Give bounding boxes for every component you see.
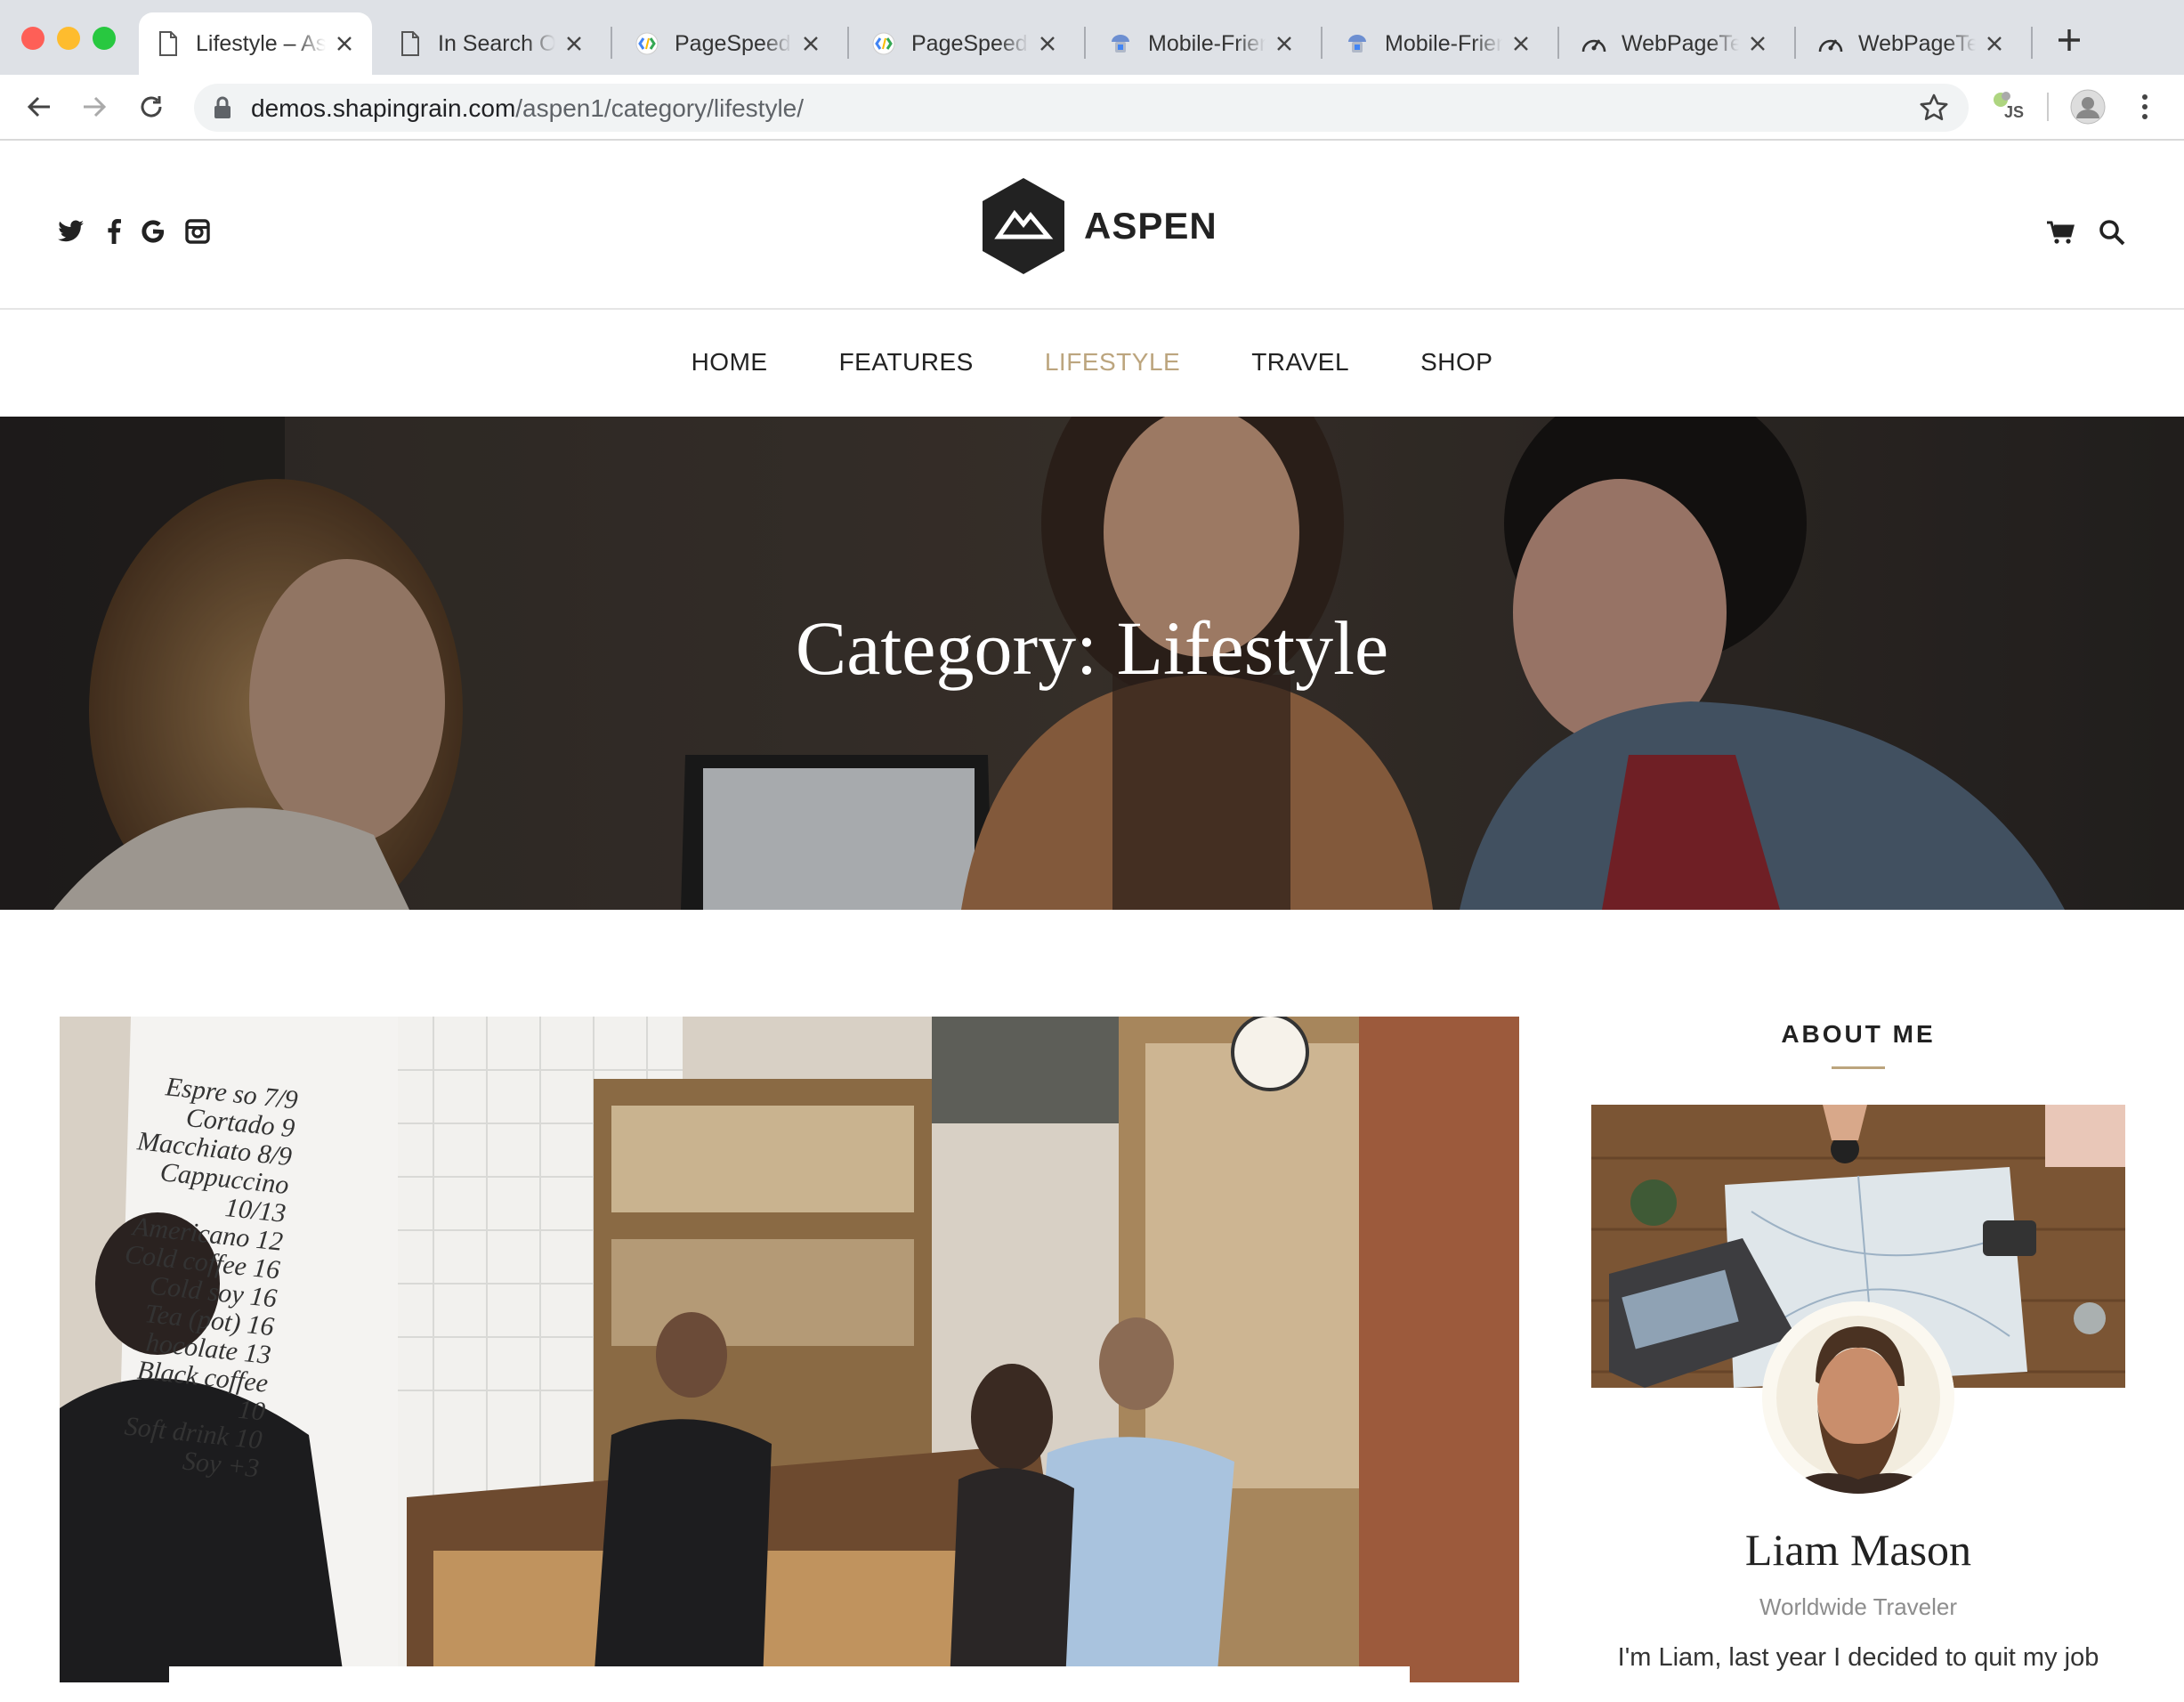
tab-separator <box>1084 27 1086 59</box>
avatar-icon <box>2070 89 2106 125</box>
post-featured-image[interactable]: Espre so 7/9 Cortado 9 Macchiato 8/9 Cap… <box>60 1017 1519 1682</box>
tab-close-icon[interactable] <box>562 32 586 55</box>
cart-icon <box>2047 221 2075 244</box>
tab-close-icon[interactable] <box>1983 32 2006 55</box>
site-logo[interactable]: ASPEN <box>979 176 1217 276</box>
plus-icon <box>2059 29 2080 51</box>
tab-title: WebPageTest <box>1858 30 1976 56</box>
author-photo <box>1762 1301 1954 1494</box>
extension-button[interactable]: JS <box>1988 87 2027 126</box>
browser-tab[interactable]: WebPageTest <box>1565 12 1785 75</box>
pagespeed-icon <box>634 30 660 57</box>
tab-close-icon[interactable] <box>1746 32 1769 55</box>
arrow-right-icon <box>84 96 107 118</box>
author-name: Liam Mason <box>1744 1525 1972 1575</box>
tab-title: WebPageTest <box>1622 30 1739 56</box>
url-path: /aspen1/category/lifestyle/ <box>515 94 805 122</box>
browser-tab[interactable]: In Search Of Speed <box>381 12 602 75</box>
browser-tab[interactable]: PageSpeed Insights <box>618 12 838 75</box>
tab-separator <box>1557 27 1559 59</box>
cart-button[interactable] <box>2045 217 2075 247</box>
twitter-icon <box>58 220 84 242</box>
browser-tab[interactable]: Mobile-Friendly Test <box>1091 12 1312 75</box>
about-widget-title: ABOUT ME <box>1781 1020 1936 1048</box>
arrow-left-icon <box>27 96 50 118</box>
facebook-icon <box>108 219 121 244</box>
browser-menu-button[interactable] <box>2125 87 2164 126</box>
category-title: Category: Lifestyle <box>795 605 1389 691</box>
bookmark-star-icon[interactable] <box>1919 93 1949 123</box>
nav-features[interactable]: FEATURES <box>839 348 974 377</box>
main-navigation: HOME FEATURES LIFESTYLE TRAVEL SHOP <box>0 310 2184 415</box>
category-hero: Category: Lifestyle <box>0 417 2184 910</box>
profile-button[interactable] <box>2068 87 2107 126</box>
tab-separator <box>847 27 849 59</box>
more-vertical-icon <box>2142 94 2148 119</box>
address-bar[interactable]: demos.shapingrain.com/aspen1/category/li… <box>194 84 1969 132</box>
pagespeed-icon <box>870 30 897 57</box>
tab-separator <box>611 27 612 59</box>
tab-close-icon[interactable] <box>1273 32 1296 55</box>
nav-travel[interactable]: TRAVEL <box>1251 348 1349 377</box>
tab-close-icon[interactable] <box>1509 32 1533 55</box>
tab-close-icon[interactable] <box>799 32 822 55</box>
tab-separator <box>1321 27 1323 59</box>
browser-tab[interactable]: PageSpeed Insights <box>854 12 1075 75</box>
reload-button[interactable] <box>132 87 171 126</box>
url-host: demos.shapingrain.com <box>251 94 516 122</box>
mobile-friendly-icon <box>1344 30 1371 57</box>
nav-lifestyle[interactable]: LIFESTYLE <box>1045 348 1180 377</box>
tab-title: Mobile-Friendly Test <box>1385 30 1502 56</box>
mobile-friendly-icon <box>1107 30 1134 57</box>
browser-tab-bar: Lifestyle – Aspen In Search Of Speed Pag… <box>0 0 2184 75</box>
forward-button[interactable] <box>75 87 114 126</box>
logo-text: ASPEN <box>1084 205 1217 247</box>
toolbar-divider <box>2047 93 2049 121</box>
author-avatar <box>1762 1301 1954 1494</box>
tab-separator <box>2031 27 2033 59</box>
post-card <box>169 1666 1410 1702</box>
browser-tab[interactable]: Mobile-Friendly Test <box>1328 12 1549 75</box>
twitter-link[interactable] <box>55 215 87 247</box>
webpagetest-icon <box>1817 30 1844 57</box>
search-icon <box>2099 220 2125 246</box>
zoom-window-button[interactable] <box>93 27 116 50</box>
back-button[interactable] <box>20 87 59 126</box>
google-link[interactable] <box>137 215 169 247</box>
instagram-link[interactable] <box>182 215 214 247</box>
tab-title: PageSpeed Insights <box>675 30 792 56</box>
url-text[interactable]: demos.shapingrain.com/aspen1/category/li… <box>251 94 804 123</box>
document-icon <box>397 30 424 57</box>
webpagetest-icon <box>1581 30 1607 57</box>
tab-close-icon[interactable] <box>333 32 356 55</box>
search-button[interactable] <box>2097 217 2127 247</box>
aspen-logo-mark <box>983 178 1064 274</box>
tab-title: Mobile-Friendly Test <box>1148 30 1266 56</box>
nav-shop[interactable]: SHOP <box>1420 348 1492 377</box>
tab-close-icon[interactable] <box>1036 32 1059 55</box>
tab-separator <box>1794 27 1796 59</box>
title-underline <box>1832 1066 1885 1069</box>
facebook-link[interactable] <box>98 215 130 247</box>
author-role: Worldwide Traveler <box>1759 1593 1958 1620</box>
reload-icon <box>141 96 162 118</box>
tab-title: Lifestyle – Aspen <box>196 30 326 56</box>
document-icon <box>155 30 182 57</box>
extension-label: JS <box>2004 103 2025 121</box>
lock-icon <box>214 96 231 118</box>
browser-tab[interactable]: Lifestyle – Aspen <box>139 12 372 75</box>
close-window-button[interactable] <box>21 27 44 50</box>
instagram-icon <box>185 219 210 244</box>
tab-title: In Search Of Speed <box>438 30 555 56</box>
nav-home[interactable]: HOME <box>692 348 768 377</box>
site-header: ASPEN <box>0 141 2184 310</box>
minimize-window-button[interactable] <box>57 27 80 50</box>
author-bio: I'm Liam, last year I decided to quit my… <box>1617 1643 2099 1672</box>
browser-toolbar: demos.shapingrain.com/aspen1/category/li… <box>0 75 2184 141</box>
browser-tab[interactable]: WebPageTest <box>1801 12 2022 75</box>
new-tab-button[interactable] <box>2052 23 2086 57</box>
google-icon <box>142 220 165 243</box>
tab-title: PageSpeed Insights <box>911 30 1029 56</box>
